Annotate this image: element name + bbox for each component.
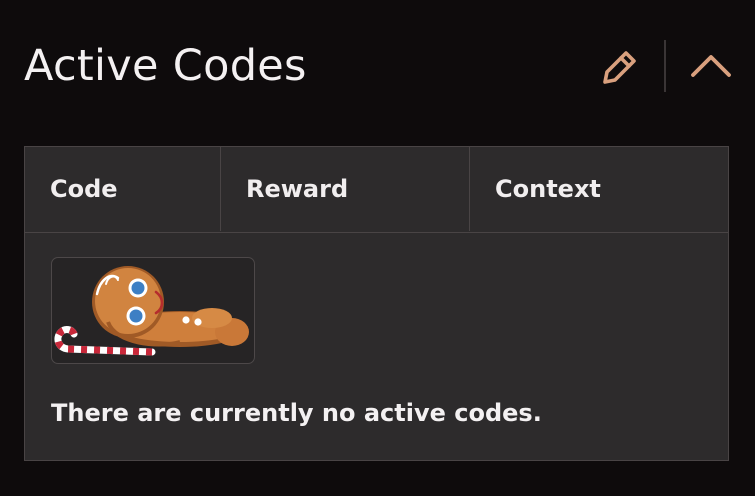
edit-button[interactable] xyxy=(598,45,642,89)
header-divider xyxy=(664,40,666,92)
collapse-button[interactable] xyxy=(688,46,734,86)
table-header-row: Code Reward Context xyxy=(25,147,728,233)
gingerbread-cookie-icon xyxy=(54,266,249,356)
section-title: Active Codes xyxy=(24,41,307,91)
chevron-up-icon xyxy=(691,55,731,77)
pencil-icon xyxy=(603,51,636,84)
empty-state-message: There are currently no active codes. xyxy=(51,399,542,427)
empty-state-image xyxy=(51,257,255,364)
column-header-context: Context xyxy=(469,147,728,231)
column-header-reward: Reward xyxy=(220,147,469,231)
codes-table: Code Reward Context There are currently … xyxy=(24,146,729,461)
column-header-code: Code xyxy=(50,175,118,203)
section-header: Active Codes xyxy=(0,0,755,135)
